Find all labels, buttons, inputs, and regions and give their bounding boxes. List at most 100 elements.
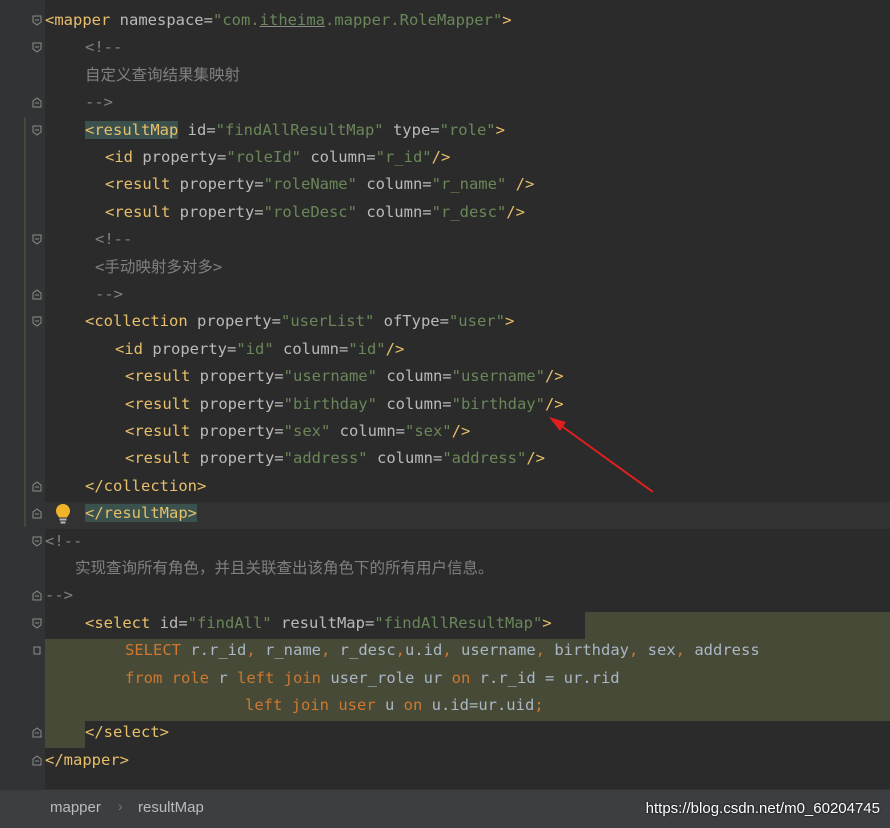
code-line[interactable]: 实现查询所有角色，并且关联查出该角色下的所有用户信息。 — [0, 555, 890, 582]
code-token: property= — [142, 148, 227, 166]
code-line[interactable]: </resultMap> — [0, 500, 890, 527]
code-token: /> — [544, 394, 564, 413]
code-line[interactable]: <select id="findAll" resultMap="findAllR… — [0, 610, 890, 637]
code-line[interactable]: <result property="birthday" column="birt… — [0, 391, 890, 418]
code-token: /> — [506, 202, 525, 221]
code-line[interactable]: <resultMap id="findAllResultMap" type="r… — [0, 117, 890, 144]
code-token: "address" — [283, 449, 368, 468]
code-token: "roleName" — [263, 175, 357, 194]
code-line[interactable]: left join user u on u.id=ur.uid; — [0, 692, 890, 719]
code-token: r_desc — [339, 641, 396, 660]
code-line[interactable]: <collection property="userList" ofType="… — [0, 308, 890, 335]
breadcrumb: mapper › resultMap https://blog.csdn.net… — [0, 789, 890, 828]
code-line[interactable]: <result property="address" column="addre… — [0, 445, 890, 472]
code-token: , — [442, 641, 462, 660]
code-line[interactable]: <id property="id" column="id"/> — [0, 336, 890, 363]
code-token: property= — [199, 449, 284, 468]
code-token: <resultMap — [85, 120, 179, 139]
code-token: /> — [451, 422, 471, 440]
code-token: r_name — [265, 641, 321, 660]
code-token: column= — [376, 367, 452, 386]
code-line[interactable]: </select> — [0, 719, 890, 746]
code-token: property= — [199, 422, 284, 440]
code-line[interactable]: SELECT r.r_id, r_name, r_desc,u.id, user… — [0, 637, 890, 664]
code-line[interactable]: <result property="roleName" column="r_na… — [0, 171, 890, 198]
code-token: r — [218, 668, 237, 687]
code-line[interactable]: --> — [0, 582, 890, 609]
code-token: <mapper — [45, 11, 120, 29]
code-line[interactable]: <result property="username" column="user… — [0, 363, 890, 390]
code-token: namespace= — [119, 11, 213, 29]
code-token: column= — [300, 148, 376, 166]
code-line[interactable]: <!-- — [0, 226, 890, 253]
code-token: "username" — [451, 367, 545, 386]
code-token: column= — [356, 175, 432, 194]
code-token: column= — [367, 449, 443, 468]
code-token: <!-- — [95, 230, 133, 249]
code-token: "r_id" — [375, 148, 432, 166]
code-token: property= — [179, 175, 264, 194]
code-token: , — [535, 641, 555, 660]
code-token: "r_desc" — [431, 202, 507, 221]
code-token: sex — [647, 641, 676, 660]
code-line[interactable]: </collection> — [0, 473, 890, 500]
code-line[interactable]: <!-- — [0, 528, 890, 555]
code-line[interactable]: <!-- — [0, 34, 890, 61]
lightbulb-icon[interactable] — [54, 503, 72, 525]
code-token: "user" — [448, 312, 505, 331]
code-token: /> — [506, 175, 535, 194]
code-token: "sex" — [283, 422, 331, 440]
code-line[interactable]: 自定义查询结果集映射 — [0, 62, 890, 89]
code-token: resultMap= — [271, 613, 375, 632]
code-token: , — [246, 641, 265, 660]
code-token: --> — [45, 586, 73, 605]
code-token: <result — [125, 422, 200, 440]
code-line[interactable]: from role r left join user_role ur on r.… — [0, 665, 890, 692]
code-line[interactable]: <id property="roleId" column="r_id"/> — [0, 144, 890, 171]
code-token: <result — [125, 367, 200, 386]
code-token: 自定义查询结果集映射 — [85, 65, 241, 84]
code-line[interactable]: --> — [0, 89, 890, 116]
code-line[interactable]: --> — [0, 281, 890, 308]
code-token: property= — [179, 202, 264, 221]
code-line[interactable]: <mapper namespace="com.itheima.mapper.Ro… — [0, 7, 890, 34]
code-line[interactable]: <result property="roleDesc" column="r_de… — [0, 199, 890, 226]
code-token: , — [321, 641, 340, 660]
code-token: ; — [534, 696, 544, 714]
code-token: "roleId" — [226, 148, 301, 166]
code-token: </resultMap> — [85, 504, 197, 523]
code-editor[interactable]: <mapper namespace="com.itheima.mapper.Ro… — [0, 0, 890, 828]
code-token: <id — [105, 148, 143, 166]
code-token: property= — [199, 367, 284, 386]
code-token: "birthday" — [283, 394, 377, 413]
code-token: <result — [105, 202, 180, 221]
breadcrumb-item-resultmap[interactable]: resultMap — [138, 799, 204, 816]
code-token: <result — [105, 175, 180, 194]
code-line[interactable]: </mapper> — [0, 747, 890, 774]
code-token: <手动映射多对多> — [95, 257, 223, 276]
code-line[interactable]: <result property="sex" column="sex"/> — [0, 418, 890, 445]
code-token: SELECT — [125, 641, 191, 660]
code-line[interactable]: <手动映射多对多> — [0, 254, 890, 281]
code-token: left join user — [245, 696, 385, 714]
code-token: "r_name" — [431, 175, 507, 194]
code-token: /> — [526, 449, 545, 468]
code-token: "id" — [236, 339, 274, 358]
code-token: column= — [273, 339, 349, 358]
code-token: <result — [125, 394, 200, 413]
code-token: ofType= — [374, 312, 449, 331]
code-token: .mapper.RoleMapper" — [324, 11, 503, 29]
code-token: column= — [330, 422, 405, 440]
code-token: username — [461, 641, 536, 660]
code-token: property= — [196, 312, 281, 331]
code-token: <id — [115, 339, 153, 358]
code-token: birthday — [554, 641, 629, 660]
code-token: id= — [178, 120, 216, 139]
code-token: "id" — [348, 339, 386, 358]
code-token: user_role ur — [330, 668, 452, 687]
code-token: column= — [376, 394, 452, 413]
code-token: r.r_id — [190, 641, 247, 660]
code-token: address — [694, 641, 760, 660]
code-token: "role" — [439, 120, 496, 139]
breadcrumb-item-mapper[interactable]: mapper — [50, 799, 101, 816]
